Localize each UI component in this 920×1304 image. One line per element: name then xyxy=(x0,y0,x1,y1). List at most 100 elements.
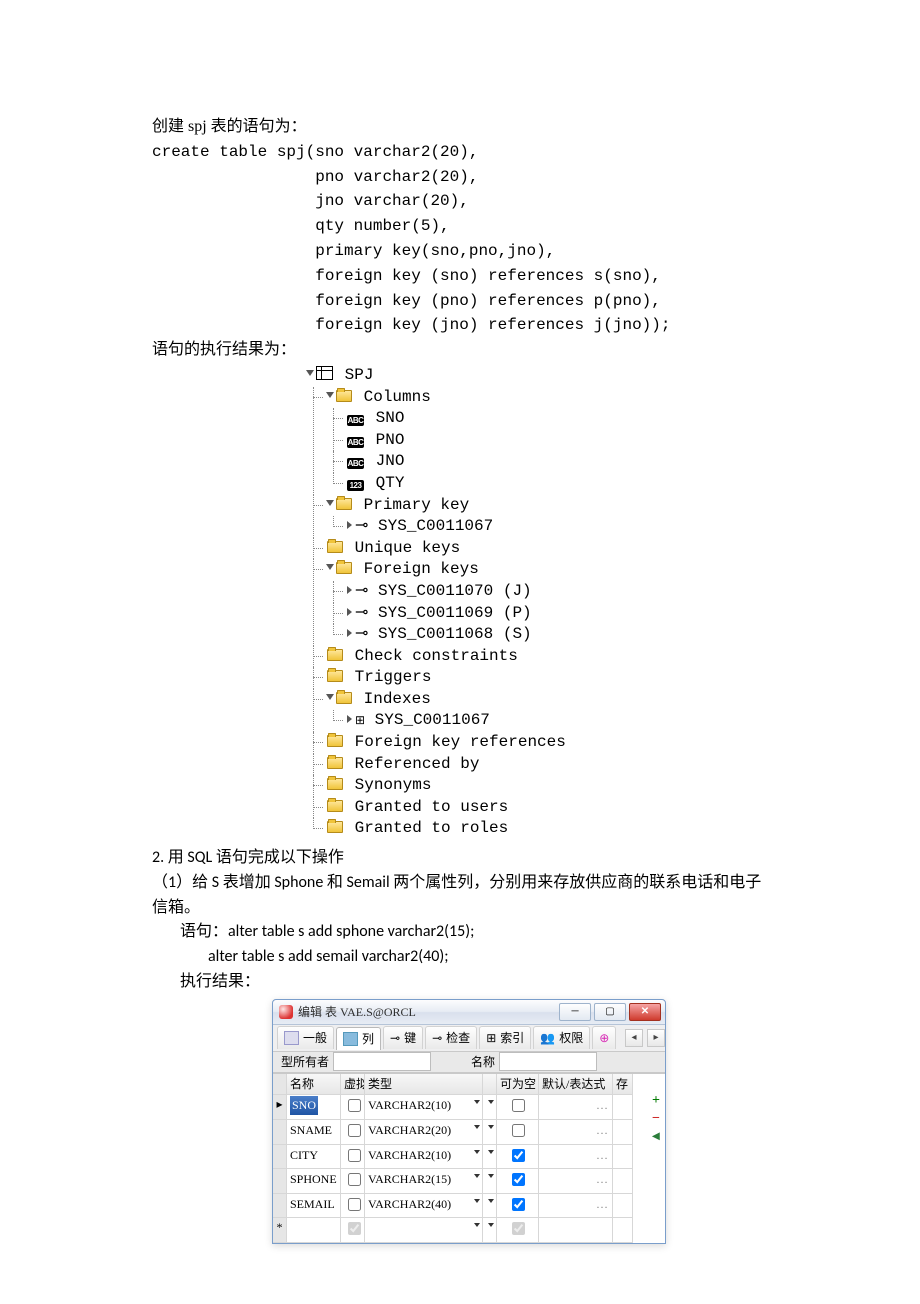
delete-row-button[interactable]: − xyxy=(649,1112,663,1126)
tree-columns-folder[interactable]: Columns ABC SNO ABC PNO ABC JNO 123 QTY xyxy=(307,387,768,495)
type-dropdown[interactable] xyxy=(483,1145,497,1170)
tree-idx-folder[interactable]: Indexes ⊞ SYS_C0011067 xyxy=(307,689,768,732)
tree-syn-folder[interactable]: Synonyms xyxy=(307,775,768,797)
window-titlebar[interactable]: 编辑 表 VAE.S@ORCL ─ ▢ ✕ xyxy=(273,1000,665,1025)
tree-gr-folder[interactable]: Granted to roles xyxy=(307,818,768,840)
cell-default[interactable]: … xyxy=(539,1095,613,1120)
tree-fk-item[interactable]: ⊸ SYS_C0011070 (J) xyxy=(327,581,768,603)
tab-keys[interactable]: ⊸键 xyxy=(383,1026,423,1049)
table-row[interactable]: SNAME VARCHAR2(20) … xyxy=(273,1120,665,1145)
folder-icon xyxy=(336,390,352,402)
key-icon: ⊸ xyxy=(355,517,368,535)
folder-icon xyxy=(327,757,343,769)
cell-storage[interactable] xyxy=(613,1169,633,1194)
header-name[interactable]: 名称 xyxy=(287,1074,341,1096)
tree-gu-folder[interactable]: Granted to users xyxy=(307,797,768,819)
header-virtual[interactable]: 虚拟 xyxy=(341,1074,365,1096)
columns-grid: 名称 虚拟 类型 可为空 默认/表达式 存 ▸ SNO VARCHAR2(10)… xyxy=(273,1073,665,1243)
virtual-checkbox[interactable] xyxy=(348,1198,361,1211)
cell-default[interactable]: … xyxy=(539,1145,613,1170)
heading-create-spj: 创建 spj 表的语句为： xyxy=(152,115,768,140)
tree-fk-item[interactable]: ⊸ SYS_C0011069 (P) xyxy=(327,603,768,625)
cell-type[interactable]: VARCHAR2(10) xyxy=(365,1095,483,1120)
cell-storage[interactable] xyxy=(613,1194,633,1219)
cell-storage[interactable] xyxy=(613,1120,633,1145)
nullable-checkbox[interactable] xyxy=(512,1173,525,1186)
cell-default[interactable]: … xyxy=(539,1120,613,1145)
tree-column-sno[interactable]: ABC SNO xyxy=(327,408,768,430)
virtual-checkbox[interactable] xyxy=(348,1099,361,1112)
tree-uk-folder[interactable]: Unique keys xyxy=(307,538,768,560)
table-row[interactable]: ▸ SNO VARCHAR2(10) … xyxy=(273,1095,665,1120)
tree-column-jno[interactable]: ABC JNO xyxy=(327,451,768,473)
nullable-checkbox[interactable] xyxy=(512,1198,525,1211)
add-row-button[interactable]: + xyxy=(649,1094,663,1108)
cell-default[interactable]: … xyxy=(539,1169,613,1194)
cell-name[interactable]: SNO xyxy=(287,1095,341,1120)
cell-type[interactable]: VARCHAR2(40) xyxy=(365,1194,483,1219)
tab-nav-left[interactable]: ◂ xyxy=(625,1029,643,1047)
table-row[interactable]: SEMAIL VARCHAR2(40) … xyxy=(273,1194,665,1219)
cell-name[interactable]: SEMAIL xyxy=(287,1194,341,1219)
tree-column-pno[interactable]: ABC PNO xyxy=(327,430,768,452)
tab-check[interactable]: ⊸检查 xyxy=(425,1026,477,1049)
tab-more[interactable]: ⊕ xyxy=(592,1026,616,1049)
minimize-button[interactable]: ─ xyxy=(559,1003,591,1021)
cell-storage[interactable] xyxy=(613,1095,633,1120)
header-default[interactable]: 默认/表达式 xyxy=(539,1074,613,1096)
tree-fk-folder[interactable]: Foreign keys ⊸ SYS_C0011070 (J) ⊸ SYS_C0… xyxy=(307,559,768,645)
tab-priv[interactable]: 👥权限 xyxy=(533,1026,590,1049)
nullable-checkbox[interactable] xyxy=(512,1124,525,1137)
nullable-checkbox[interactable] xyxy=(512,1099,525,1112)
heading-exec-result: 语句的执行结果为： xyxy=(152,338,768,363)
tree-idx-item[interactable]: ⊞ SYS_C0011067 xyxy=(327,710,768,732)
cell-name[interactable]: SNAME xyxy=(287,1120,341,1145)
table-row-new[interactable]: * xyxy=(273,1218,665,1243)
close-button[interactable]: ✕ xyxy=(629,1003,661,1021)
owner-input[interactable] xyxy=(333,1052,431,1071)
tree-pk-item[interactable]: ⊸ SYS_C0011067 xyxy=(327,516,768,538)
tree-fk-item[interactable]: ⊸ SYS_C0011068 (S) xyxy=(327,624,768,646)
table-row[interactable]: CITY VARCHAR2(10) … xyxy=(273,1145,665,1170)
tree-column-qty[interactable]: 123 QTY xyxy=(327,473,768,495)
tree-rb-folder[interactable]: Referenced by xyxy=(307,754,768,776)
tree-root[interactable]: SPJ Columns ABC SNO ABC PNO ABC JNO 123 … xyxy=(287,365,768,840)
cell-storage[interactable] xyxy=(613,1145,633,1170)
nullable-checkbox[interactable] xyxy=(512,1222,525,1235)
tab-nav-right[interactable]: ▸ xyxy=(647,1029,665,1047)
name-input[interactable] xyxy=(499,1052,597,1071)
tab-columns[interactable]: 列 xyxy=(336,1027,381,1050)
tab-general[interactable]: 一般 xyxy=(277,1026,334,1049)
virtual-checkbox[interactable] xyxy=(348,1222,361,1235)
index-icon: ⊞ xyxy=(355,714,365,728)
header-storage[interactable]: 存 xyxy=(613,1074,633,1096)
virtual-checkbox[interactable] xyxy=(348,1124,361,1137)
table-icon xyxy=(316,366,333,380)
virtual-checkbox[interactable] xyxy=(348,1173,361,1186)
cell-name[interactable]: SPHONE xyxy=(287,1169,341,1194)
header-type[interactable]: 类型 xyxy=(365,1074,483,1096)
columns-icon xyxy=(343,1032,358,1046)
tree-fkr-folder[interactable]: Foreign key references xyxy=(307,732,768,754)
type-dropdown[interactable] xyxy=(483,1169,497,1194)
tree-cc-folder[interactable]: Check constraints xyxy=(307,646,768,668)
tree-pk-folder[interactable]: Primary key ⊸ SYS_C0011067 xyxy=(307,495,768,538)
check-icon: ⊸ xyxy=(432,1029,442,1048)
maximize-button[interactable]: ▢ xyxy=(594,1003,626,1021)
nullable-checkbox[interactable] xyxy=(512,1149,525,1162)
cell-name[interactable]: CITY xyxy=(287,1145,341,1170)
cell-default[interactable]: … xyxy=(539,1194,613,1219)
type-dropdown[interactable] xyxy=(483,1120,497,1145)
virtual-checkbox[interactable] xyxy=(348,1149,361,1162)
object-tree: SPJ Columns ABC SNO ABC PNO ABC JNO 123 … xyxy=(287,365,768,840)
cell-type[interactable]: VARCHAR2(15) xyxy=(365,1169,483,1194)
header-nullable[interactable]: 可为空 xyxy=(497,1074,539,1096)
apply-button[interactable]: ◂ xyxy=(649,1130,663,1144)
type-dropdown[interactable] xyxy=(483,1095,497,1120)
table-row[interactable]: SPHONE VARCHAR2(15) … xyxy=(273,1169,665,1194)
tab-index[interactable]: ⊞索引 xyxy=(479,1026,531,1049)
tree-trg-folder[interactable]: Triggers xyxy=(307,667,768,689)
type-dropdown[interactable] xyxy=(483,1194,497,1219)
cell-type[interactable]: VARCHAR2(10) xyxy=(365,1145,483,1170)
cell-type[interactable]: VARCHAR2(20) xyxy=(365,1120,483,1145)
